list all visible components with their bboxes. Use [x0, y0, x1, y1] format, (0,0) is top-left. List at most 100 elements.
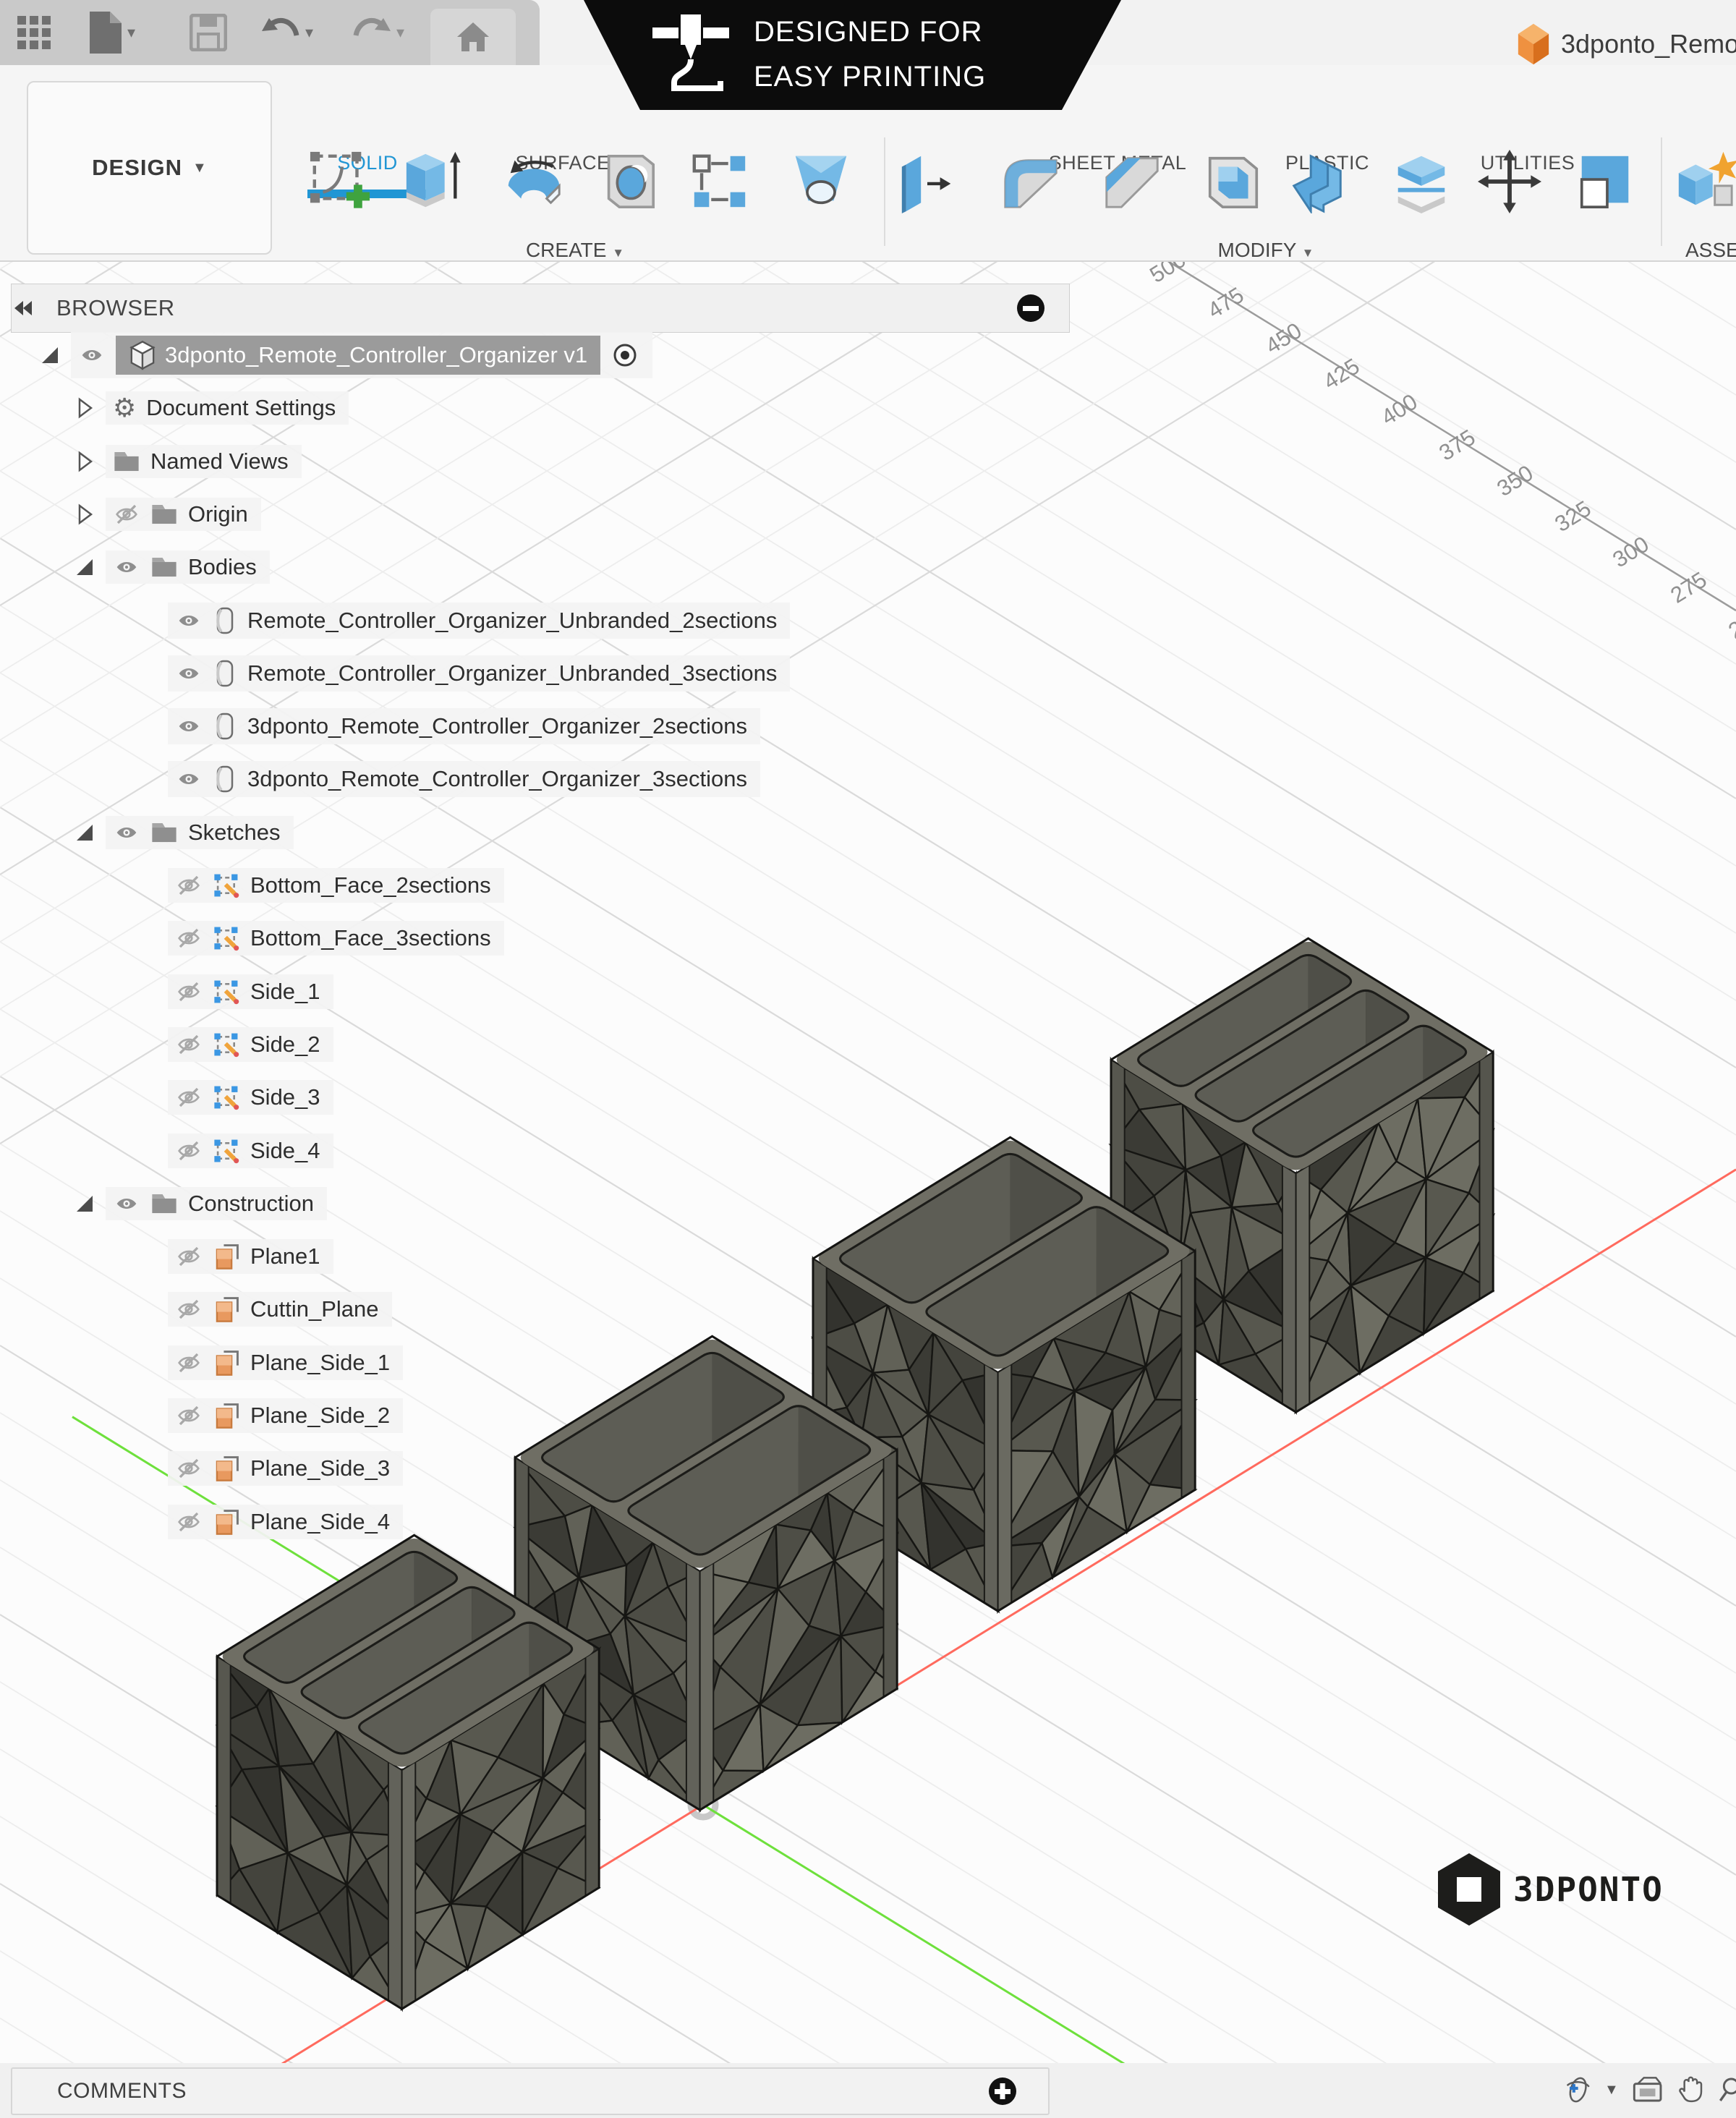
- tree-item-bottom-face-2sections[interactable]: Bottom_Face_2sections: [168, 864, 504, 906]
- tree-item-side-1[interactable]: Side_1: [168, 971, 333, 1013]
- expander-collapsed-icon[interactable]: [72, 396, 97, 420]
- tree-item-origin[interactable]: Origin: [72, 493, 261, 535]
- app-grid-icon[interactable]: [17, 0, 51, 65]
- tree-item-3dponto-remote-controller-organizer-2sections[interactable]: 3dponto_Remote_Controller_Organizer_2sec…: [168, 705, 760, 747]
- press-pull-icon[interactable]: [894, 142, 961, 221]
- document-tab[interactable]: 3dponto_Remo: [1516, 22, 1736, 67]
- tree-item-side-4[interactable]: Side_4: [168, 1130, 333, 1172]
- eye-visible-icon[interactable]: [175, 715, 203, 738]
- tree-item-construction[interactable]: Construction: [72, 1183, 327, 1225]
- tree-item-3dponto-remote-controller-organizer-3sections[interactable]: 3dponto_Remote_Controller_Organizer_3sec…: [168, 758, 760, 800]
- expander-expanded-icon[interactable]: [72, 820, 97, 845]
- orbit-icon[interactable]: [1562, 2072, 1591, 2108]
- eye-hidden-icon[interactable]: [175, 1086, 203, 1109]
- eye-hidden-icon[interactable]: [175, 1245, 203, 1268]
- undo-caret-icon[interactable]: ▾: [305, 23, 313, 42]
- hole-icon[interactable]: [595, 142, 661, 221]
- expander-expanded-icon[interactable]: [72, 555, 97, 579]
- home-tab[interactable]: [430, 9, 516, 65]
- eye-hidden-icon[interactable]: [175, 1404, 203, 1427]
- loft-icon[interactable]: [788, 142, 854, 221]
- combine-icon[interactable]: [1284, 142, 1350, 221]
- add-comment-icon[interactable]: [987, 2076, 1018, 2106]
- design-workspace-button[interactable]: DESIGN▼: [27, 81, 272, 255]
- replace-face-icon[interactable]: [1572, 142, 1638, 221]
- body-icon: [213, 659, 237, 688]
- tree-item-plane-side-1[interactable]: Plane_Side_1: [168, 1342, 403, 1384]
- create-sketch-icon[interactable]: [307, 142, 373, 221]
- selected-item-band[interactable]: 3dponto_Remote_Controller_Organizer v1: [116, 336, 600, 375]
- revolve-icon[interactable]: [501, 142, 567, 221]
- group-label-assemble[interactable]: ASSE: [1685, 239, 1736, 262]
- component-cube-icon: [129, 340, 156, 370]
- tree-item-plane-side-4[interactable]: Plane_Side_4: [168, 1501, 403, 1543]
- collapse-left-icon[interactable]: [12, 297, 41, 319]
- tree-item-side-2[interactable]: Side_2: [168, 1024, 333, 1066]
- tree-item-document-settings[interactable]: ⚙Document Settings: [72, 387, 349, 429]
- tree-item-bodies[interactable]: Bodies: [72, 546, 270, 588]
- expander-collapsed-icon[interactable]: [72, 502, 97, 527]
- offset-face-icon[interactable]: [1388, 142, 1455, 221]
- tree-item-plane-side-3[interactable]: Plane_Side_3: [168, 1447, 403, 1489]
- eye-visible-icon[interactable]: [175, 767, 203, 791]
- tree-item-3dponto-remote-controller-organizer-v1[interactable]: 3dponto_Remote_Controller_Organizer v1: [38, 334, 652, 376]
- group-label-modify[interactable]: MODIFY ▼: [1218, 239, 1314, 262]
- tree-item-bottom-face-3sections[interactable]: Bottom_Face_3sections: [168, 917, 504, 959]
- move-copy-icon[interactable]: [1476, 142, 1543, 221]
- extrude-icon[interactable]: [401, 142, 467, 221]
- eye-hidden-icon[interactable]: [175, 1510, 203, 1534]
- eye-hidden-icon[interactable]: [175, 927, 203, 950]
- tree-item-sketches[interactable]: Sketches: [72, 812, 294, 854]
- redo-caret-icon[interactable]: ▾: [396, 23, 404, 42]
- eye-visible-icon[interactable]: [113, 821, 140, 844]
- eye-hidden-icon[interactable]: [175, 1033, 203, 1056]
- new-component-icon[interactable]: [1671, 142, 1736, 221]
- zoom-icon[interactable]: [1718, 2072, 1736, 2107]
- browser-panel-header[interactable]: BROWSER: [11, 284, 1070, 333]
- look-at-icon[interactable]: [1632, 2072, 1663, 2107]
- redo-icon[interactable]: ▾: [352, 0, 404, 65]
- eye-hidden-icon[interactable]: [175, 1298, 203, 1321]
- chevron-down-icon: ▼: [192, 160, 207, 176]
- file-caret-icon[interactable]: ▾: [127, 23, 135, 42]
- eye-visible-icon[interactable]: [175, 609, 203, 632]
- tree-item-cuttin-plane[interactable]: Cuttin_Plane: [168, 1288, 392, 1330]
- eye-visible-icon[interactable]: [113, 556, 140, 579]
- body-icon: [213, 765, 237, 794]
- shell-icon[interactable]: [1200, 142, 1267, 221]
- document-cube-icon: [1516, 22, 1551, 67]
- undo-icon[interactable]: ▾: [260, 0, 313, 65]
- tree-item-remote-controller-organizer-unbranded-2sections[interactable]: Remote_Controller_Organizer_Unbranded_2s…: [168, 600, 790, 642]
- eye-visible-icon[interactable]: [78, 344, 106, 367]
- pattern-icon[interactable]: [686, 142, 753, 221]
- eye-hidden-icon[interactable]: [113, 503, 140, 526]
- tree-item-named-views[interactable]: Named Views: [72, 441, 302, 482]
- tree-item-side-3[interactable]: Side_3: [168, 1076, 333, 1118]
- eye-hidden-icon[interactable]: [175, 980, 203, 1003]
- tree-item-plane1[interactable]: Plane1: [168, 1236, 333, 1277]
- orbit-caret-icon[interactable]: ▼: [1604, 2082, 1619, 2098]
- save-icon[interactable]: [190, 0, 227, 65]
- pan-hand-icon[interactable]: [1676, 2072, 1705, 2108]
- eye-hidden-icon[interactable]: [175, 1351, 203, 1374]
- eye-hidden-icon[interactable]: [175, 1457, 203, 1480]
- expander-expanded-icon[interactable]: [38, 343, 62, 367]
- comments-label: COMMENTS: [57, 2079, 187, 2104]
- comments-bar[interactable]: COMMENTS: [11, 2067, 1050, 2115]
- eye-hidden-icon[interactable]: [175, 1139, 203, 1162]
- minimize-icon[interactable]: [1016, 293, 1046, 323]
- expander-collapsed-icon[interactable]: [72, 449, 97, 474]
- eye-visible-icon[interactable]: [113, 1192, 140, 1215]
- chevron-down-icon: ▼: [612, 246, 624, 260]
- file-menu-icon[interactable]: ▾: [88, 0, 135, 65]
- folder-icon: [150, 820, 178, 845]
- tree-item-remote-controller-organizer-unbranded-3sections[interactable]: Remote_Controller_Organizer_Unbranded_3s…: [168, 652, 790, 694]
- chamfer-icon[interactable]: [1099, 142, 1165, 221]
- activate-radio-icon[interactable]: [610, 341, 639, 370]
- eye-hidden-icon[interactable]: [175, 874, 203, 897]
- eye-visible-icon[interactable]: [175, 662, 203, 685]
- fillet-icon[interactable]: [997, 142, 1064, 221]
- expander-expanded-icon[interactable]: [72, 1191, 97, 1216]
- group-label-create[interactable]: CREATE ▼: [526, 239, 624, 262]
- tree-item-plane-side-2[interactable]: Plane_Side_2: [168, 1395, 403, 1437]
